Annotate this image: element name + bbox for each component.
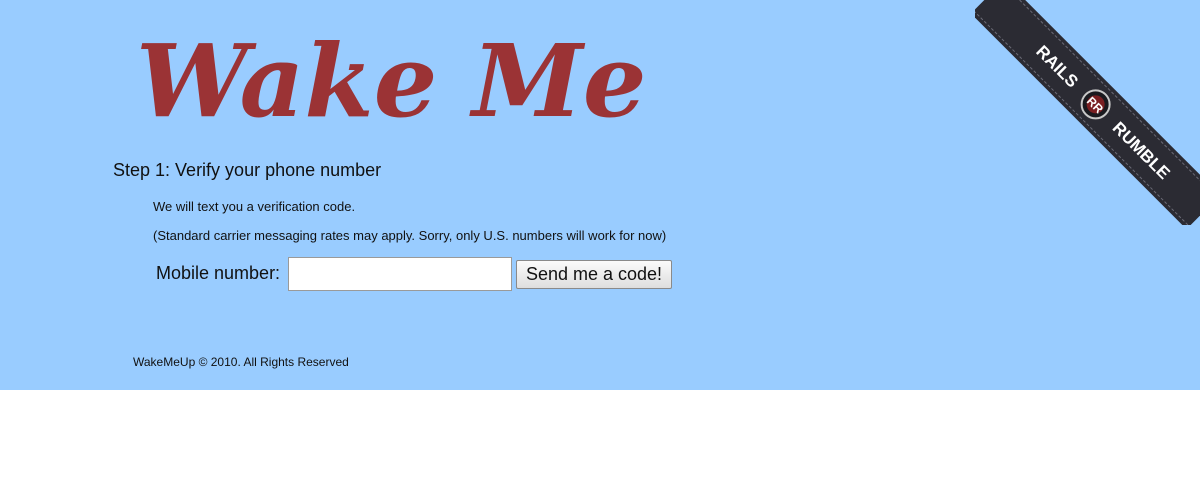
mobile-number-label: Mobile number: <box>156 263 281 283</box>
mobile-number-input[interactable] <box>288 257 512 291</box>
wake-me-up-logo: Wake Me Up! <box>136 22 690 138</box>
verification-info: We will text you a verification code. <box>153 199 356 214</box>
step-title: Step 1: Verify your phone number <box>113 160 382 180</box>
page-background: Wake Me Up! Step 1: Verify your phone nu… <box>0 0 1200 390</box>
logo-text: Wake Me Up! <box>136 22 690 138</box>
carrier-rates-note: (Standard carrier messaging rates may ap… <box>153 228 667 243</box>
rails-rumble-ribbon[interactable]: RAILS RR RUMBLE <box>975 0 1200 225</box>
footer-copyright: WakeMeUp © 2010. All Rights Reserved <box>133 355 349 369</box>
send-code-button[interactable]: Send me a code! <box>516 260 672 289</box>
